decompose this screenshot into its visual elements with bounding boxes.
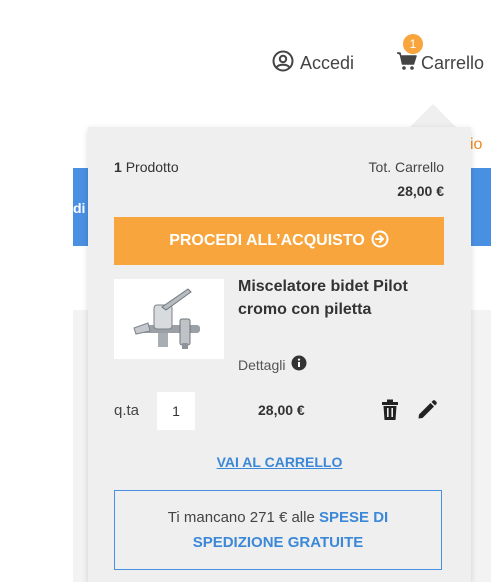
edit-item-button[interactable] [416,399,438,421]
background-partial-banner-text: di [73,200,86,216]
product-details-label: Dettagli [238,356,286,373]
mini-cart-popup: 1 Prodotto Tot. Carrello 28,00 € PROCEDI… [88,127,471,582]
free-shipping-prefix: Ti mancano 271 € alle [167,509,315,526]
product-count-label: Prodotto [125,159,179,175]
free-shipping-text: Ti mancano 271 € alle SPESE DI SPEDIZION… [139,505,417,555]
info-circle-icon [291,355,307,374]
line-price: 28,00 € [258,402,305,418]
background-partial-text: io [470,136,483,153]
shopping-cart-icon [396,51,418,76]
trash-icon [380,399,400,425]
free-shipping-notice: Ti mancano 271 € alle SPESE DI SPEDIZION… [114,490,442,570]
cart-total-label: Tot. Carrello [368,159,444,175]
quantity-input[interactable] [157,392,195,430]
cart-label: Carrello [421,52,485,73]
product-name-link[interactable]: Miscelatore bidet Pilot cromo con pilett… [238,275,428,321]
checkout-label: PROCEDI ALL’ACQUISTO [169,232,365,249]
cart-link[interactable]: Carrello [396,51,484,75]
go-to-cart-link[interactable]: VAI AL CARRELLO [88,454,471,470]
popup-arrow [409,104,457,128]
product-count-number: 1 [114,159,122,175]
cart-total-value: 28,00 € [397,183,444,199]
product-count: 1 Prodotto [114,159,179,175]
cart-count-badge: 1 [403,34,423,54]
arrow-circle-right-icon [371,230,389,253]
quantity-label: q.ta [114,402,140,419]
product-details-link[interactable]: Dettagli [238,355,307,374]
login-label: Accedi [300,52,355,73]
user-circle-icon [272,50,294,77]
checkout-button[interactable]: PROCEDI ALL’ACQUISTO [114,217,444,265]
remove-item-button[interactable] [380,399,400,421]
pencil-icon [416,400,438,425]
product-image[interactable] [114,279,224,359]
login-link[interactable]: Accedi [272,50,355,77]
